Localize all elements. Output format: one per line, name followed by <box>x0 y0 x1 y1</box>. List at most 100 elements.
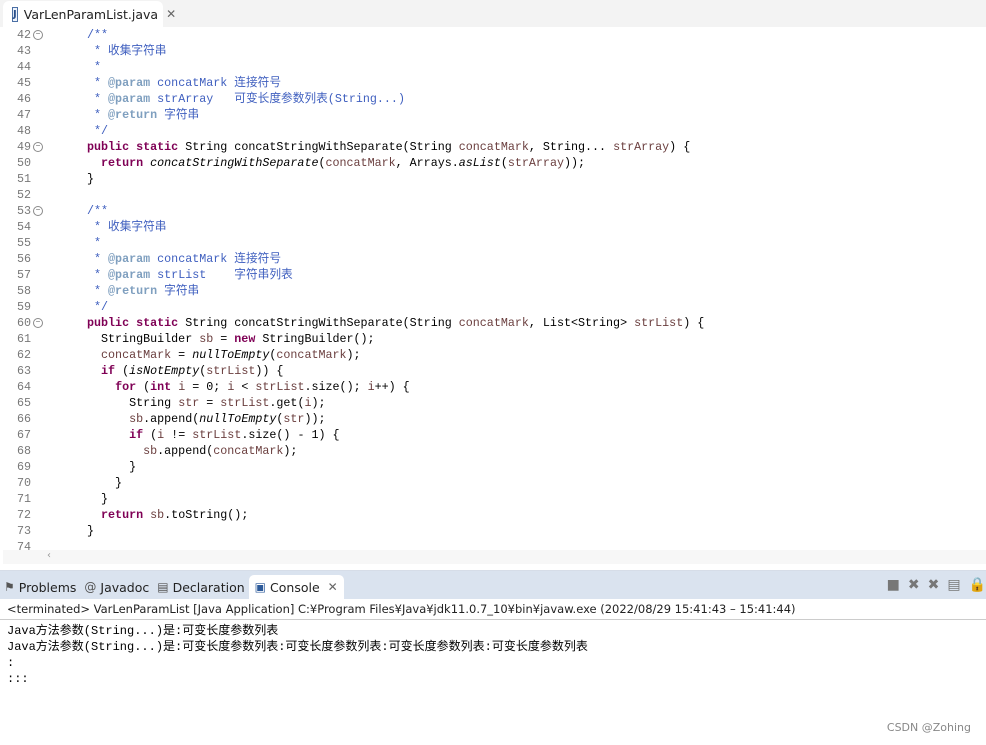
close-icon[interactable]: ✕ <box>328 580 338 594</box>
code-token: .append( <box>143 412 200 426</box>
code-line: concatMark = nullToEmpty(concatMark); <box>87 347 704 363</box>
code-token: public <box>87 140 130 154</box>
code-token: .size(); <box>304 380 368 394</box>
code-token: concatMark <box>276 348 347 362</box>
code-line: * @return 字符串 <box>87 283 704 299</box>
code-token: } <box>87 492 109 506</box>
code-token: 字符串 <box>157 284 200 298</box>
code-token: } <box>87 524 95 538</box>
code-token: ) { <box>683 316 705 330</box>
editor-tab-bar: J VarLenParamList.java ✕ <box>0 0 986 27</box>
remove-all-icon[interactable]: ✖ <box>928 577 940 593</box>
code-token: strList <box>220 396 270 410</box>
code-line: StringBuilder sb = new StringBuilder(); <box>87 331 704 347</box>
code-token: )); <box>563 156 586 170</box>
code-token: @param <box>108 76 151 90</box>
code-token: strList 字符串列表 <box>150 268 293 282</box>
code-token: for <box>115 380 137 394</box>
console-output[interactable]: Java方法参数(String...)是:可变长度参数列表 Java方法参数(St… <box>0 620 986 690</box>
tab-problems[interactable]: ⚑ Problems <box>0 575 80 599</box>
tab-console[interactable]: ▣ Console ✕ <box>248 575 344 599</box>
code-token: return <box>101 508 144 522</box>
code-token: * <box>87 268 109 282</box>
java-file-icon: J <box>12 6 18 22</box>
code-token: * <box>87 236 102 250</box>
code-area[interactable]: /** * 收集字符串 * * @param concatMark 连接符号 *… <box>87 27 704 550</box>
fold-toggle-icon[interactable]: − <box>33 142 43 152</box>
code-token: strList <box>634 316 684 330</box>
code-token: .append( <box>157 444 214 458</box>
problems-icon: ⚑ <box>4 580 15 594</box>
code-token: concatMark 连接符号 <box>150 76 282 90</box>
declaration-icon: ▤ <box>157 580 169 594</box>
line-number: 63 <box>16 364 31 378</box>
line-number: 65 <box>16 396 31 410</box>
code-line: sb.append(concatMark); <box>87 443 704 459</box>
line-number: 46 <box>16 92 31 106</box>
code-token: StringBuilder(); <box>255 332 375 346</box>
terminate-icon[interactable]: ■ <box>887 577 900 593</box>
close-icon[interactable]: ✕ <box>166 7 176 21</box>
code-token: = <box>171 348 193 362</box>
code-token: @param <box>108 268 151 282</box>
code-token: ); <box>311 396 326 410</box>
code-token: strList <box>255 380 305 394</box>
code-token: * 收集字符串 <box>87 220 167 234</box>
code-token: , Arrays. <box>395 156 459 170</box>
remove-launch-icon[interactable]: ✖ <box>908 577 920 593</box>
code-token: != <box>164 428 193 442</box>
code-line: public static String concatStringWithSep… <box>87 139 704 155</box>
console-status: <terminated> VarLenParamList [Java Appli… <box>0 599 986 620</box>
code-token: @param <box>108 252 151 266</box>
code-token: ( <box>500 156 508 170</box>
code-token: * 收集字符串 <box>87 44 167 58</box>
console-line: Java方法参数(String...)是:可变长度参数列表 <box>7 624 279 638</box>
code-token: String concatStringWithSeparate(String <box>178 140 459 154</box>
code-token: .size() - 1) { <box>241 428 340 442</box>
code-token: )); <box>304 412 326 426</box>
line-number: 47 <box>16 108 31 122</box>
fold-toggle-icon[interactable]: − <box>33 318 43 328</box>
line-number: 73 <box>16 524 31 538</box>
console-toolbar: ■ ✖ ✖ ▤ 🔒 <box>887 577 986 593</box>
code-token: * <box>87 284 109 298</box>
tab-label: Problems <box>18 579 77 595</box>
code-token: * <box>87 92 109 106</box>
code-token: static <box>136 140 179 154</box>
bottom-panel: ⚑ Problems @ Javadoc ▤ Declaration ▣ Console… <box>0 570 986 745</box>
tab-declaration[interactable]: ▤ Declaration <box>153 575 248 599</box>
code-token: * <box>87 108 109 122</box>
line-number: 62 <box>16 348 31 362</box>
code-line: } <box>87 171 704 187</box>
line-number: 54 <box>16 220 31 234</box>
line-number: 58 <box>16 284 31 298</box>
code-token: nullToEmpty <box>192 348 270 362</box>
clear-console-icon[interactable]: ▤ <box>947 577 960 593</box>
tab-label: Console <box>270 579 320 595</box>
code-token: @return <box>108 108 158 122</box>
line-number: 71 <box>16 492 31 506</box>
code-token: concatMark <box>101 348 172 362</box>
code-line: sb.append(nullToEmpty(str)); <box>87 411 704 427</box>
tab-javadoc[interactable]: @ Javadoc <box>80 575 153 599</box>
console-line: ::: <box>7 672 29 686</box>
line-number: 70 <box>16 476 31 490</box>
code-line: if (i != strList.size() - 1) { <box>87 427 704 443</box>
code-token: ) { <box>669 140 691 154</box>
code-token: @return <box>108 284 158 298</box>
horizontal-scrollbar[interactable]: ‹ <box>3 550 986 564</box>
code-token: strList <box>192 428 242 442</box>
fold-toggle-icon[interactable]: − <box>33 206 43 216</box>
scroll-lock-icon[interactable]: 🔒 <box>969 577 986 593</box>
scroll-left-icon[interactable]: ‹ <box>47 550 51 561</box>
code-editor[interactable]: 42−43 44 45 46 47 48 49−50 51 52 53−54 55 56 57 58 59 6… <box>3 27 986 550</box>
fold-toggle-icon[interactable]: − <box>33 30 43 40</box>
code-line: } <box>87 459 704 475</box>
code-token: strArray <box>613 140 670 154</box>
editor-tab[interactable]: J VarLenParamList.java ✕ <box>3 1 176 27</box>
code-token: = <box>199 396 221 410</box>
